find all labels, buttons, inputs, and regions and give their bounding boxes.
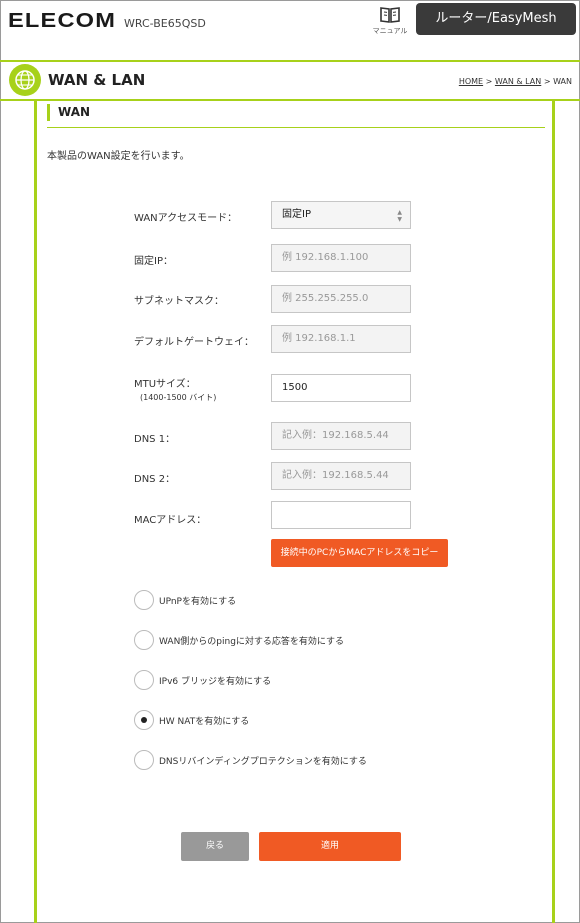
- breadcrumb-separator: >: [485, 77, 495, 86]
- router-easymesh-button[interactable]: ルーター/EasyMesh: [416, 3, 576, 35]
- dns1-input[interactable]: 記入例：192.168.5.44: [271, 422, 411, 450]
- dns-rebinding-radio[interactable]: [134, 750, 154, 770]
- content-border-left: [34, 101, 37, 923]
- wan-mode-select[interactable]: 固定IP ▲ ▼: [271, 201, 411, 229]
- wan-mode-label: WANアクセスモード：: [134, 213, 238, 224]
- content-border-right: [552, 101, 555, 923]
- back-button[interactable]: 戻る: [181, 832, 249, 861]
- accent-line-bottom: [0, 99, 580, 101]
- breadcrumb-wan-lan[interactable]: WAN & LAN: [495, 77, 541, 86]
- gateway-label: デフォルトゲートウェイ：: [134, 337, 254, 348]
- upnp-label: UPnPを有効にする: [159, 597, 237, 607]
- hw-nat-radio[interactable]: [134, 710, 154, 730]
- ipv6-bridge-radio[interactable]: [134, 670, 154, 690]
- select-arrows-icon: ▲ ▼: [397, 209, 402, 223]
- breadcrumb: HOME > WAN & LAN > WAN: [459, 77, 572, 86]
- header: ELECOM WRC-BE65QSD マニュアル ルーター/EasyMesh: [0, 0, 580, 44]
- ipv6-bridge-label: IPv6 ブリッジを有効にする: [159, 677, 272, 687]
- breadcrumb-home[interactable]: HOME: [459, 77, 483, 86]
- hw-nat-label: HW NATを有効にする: [159, 717, 250, 727]
- wan-ping-radio[interactable]: [134, 630, 154, 650]
- subnet-label: サブネットマスク：: [134, 296, 224, 307]
- model-name: WRC-BE65QSD: [124, 17, 206, 30]
- page-title: WAN & LAN: [48, 71, 146, 89]
- mtu-label: MTUサイズ：: [134, 379, 196, 390]
- mac-input[interactable]: [271, 501, 411, 529]
- breadcrumb-current: WAN: [553, 77, 572, 86]
- section-divider: [47, 127, 545, 128]
- dns2-label: DNS 2：: [134, 474, 176, 485]
- globe-icon: [9, 64, 41, 96]
- dns1-label: DNS 1：: [134, 434, 176, 445]
- section-title: WAN: [47, 104, 90, 121]
- mtu-input[interactable]: 1500: [271, 374, 411, 402]
- copy-mac-button[interactable]: 接続中のPCからMACアドレスをコピー: [271, 539, 448, 567]
- wan-ping-label: WAN側からのpingに対する応答を有効にする: [159, 637, 345, 647]
- book-icon: [380, 7, 400, 23]
- breadcrumb-separator: >: [543, 77, 554, 86]
- static-ip-label: 固定IP：: [134, 256, 173, 267]
- mtu-range-note: (1400-1500 バイト): [140, 393, 217, 402]
- upnp-radio[interactable]: [134, 590, 154, 610]
- elecom-logo[interactable]: ELECOM: [8, 10, 116, 33]
- subnet-input[interactable]: 例 255.255.255.0: [271, 285, 411, 313]
- wan-mode-value: 固定IP: [282, 209, 311, 220]
- section-description: 本製品のWAN設定を行います。: [47, 151, 190, 162]
- apply-button[interactable]: 適用: [259, 832, 401, 861]
- manual-link[interactable]: マニュアル: [370, 6, 410, 36]
- mac-label: MACアドレス：: [134, 515, 207, 526]
- gateway-input[interactable]: 例 192.168.1.1: [271, 325, 411, 353]
- accent-line-top: [0, 60, 580, 62]
- dns2-input[interactable]: 記入例：192.168.5.44: [271, 462, 411, 490]
- manual-label: マニュアル: [372, 27, 408, 35]
- dns-rebinding-label: DNSリバインディングプロテクションを有効にする: [159, 757, 367, 767]
- static-ip-input[interactable]: 例 192.168.1.100: [271, 244, 411, 272]
